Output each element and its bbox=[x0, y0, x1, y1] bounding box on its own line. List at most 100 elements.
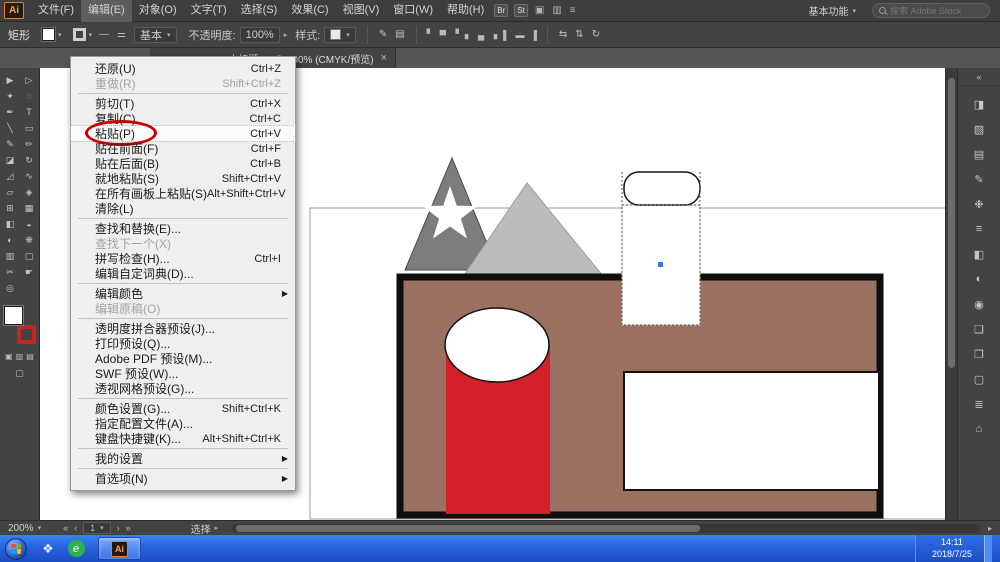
menu-edit[interactable]: 编辑(E) bbox=[81, 0, 132, 22]
clock[interactable]: 14:11 2018/7/25 bbox=[932, 537, 972, 560]
menu-item-paste-in-place[interactable]: 就地粘贴(S) Shift+Ctrl+V bbox=[71, 171, 295, 186]
rectangle-tool[interactable]: ▭ bbox=[20, 120, 39, 136]
perspective-grid-tool[interactable]: ⊞ bbox=[1, 200, 20, 216]
pencil-tool[interactable]: ✏ bbox=[20, 136, 39, 152]
menu-item-cut[interactable]: 剪切(T) Ctrl+X bbox=[71, 96, 295, 111]
eyedropper-tool[interactable]: ◒ bbox=[20, 216, 39, 232]
illustrator-taskbar-button[interactable]: Ai bbox=[98, 537, 141, 560]
horizontal-scrollbar[interactable] bbox=[232, 524, 980, 533]
menu-type[interactable]: 文字(T) bbox=[184, 0, 234, 22]
cylinder-top-ellipse[interactable] bbox=[445, 308, 549, 382]
start-button[interactable] bbox=[5, 538, 27, 560]
align-bottom-icon[interactable]: ▗ bbox=[490, 29, 497, 40]
close-icon[interactable]: × bbox=[381, 52, 387, 64]
mesh-tool[interactable]: ▦ bbox=[20, 200, 39, 216]
hand-tool[interactable]: ☛ bbox=[20, 264, 39, 280]
menu-help[interactable]: 帮助(H) bbox=[440, 0, 491, 22]
menu-item-paste-in-back[interactable]: 贴在后面(B) Ctrl+B bbox=[71, 156, 295, 171]
stroke-caret-icon[interactable]: ▾ bbox=[89, 31, 93, 39]
workspace-switcher[interactable]: 基本功能 ▾ bbox=[808, 3, 856, 18]
color-panel-icon[interactable]: ◨ bbox=[968, 95, 990, 113]
menu-item-transparency-flattener-presets[interactable]: 透明度拼合器预设(J)... bbox=[71, 321, 295, 336]
paintbrush-tool[interactable]: ✎ bbox=[1, 136, 20, 152]
align-panel-icon[interactable]: ≣ bbox=[968, 395, 990, 413]
artboard-tool[interactable]: ▢ bbox=[20, 248, 39, 264]
color-guide-panel-icon[interactable]: ▧ bbox=[968, 120, 990, 138]
quick-launch-icon[interactable]: ❖ bbox=[37, 538, 59, 560]
previous-artboard-icon[interactable]: ‹ bbox=[74, 523, 77, 533]
rounded-rect-outline[interactable] bbox=[624, 172, 700, 205]
menu-item-copy[interactable]: 复制(C) Ctrl+C bbox=[71, 111, 295, 126]
menu-item-assign-profile[interactable]: 指定配置文件(A)... bbox=[71, 416, 295, 431]
menu-item-keyboard-shortcuts[interactable]: 键盘快捷键(K)... Alt+Shift+Ctrl+K bbox=[71, 431, 295, 446]
first-artboard-icon[interactable]: « bbox=[63, 523, 68, 533]
opacity-panel-arrow-icon[interactable]: ▸ bbox=[284, 31, 288, 39]
column-graph-tool[interactable]: ▥ bbox=[1, 248, 20, 264]
menu-item-preferences[interactable]: 首选项(N) ▶ bbox=[71, 471, 295, 486]
zoom-caret-icon[interactable]: ▾ bbox=[38, 524, 42, 532]
style-dropdown[interactable]: ▾ bbox=[324, 27, 356, 43]
menu-item-adobe-pdf-presets[interactable]: Adobe PDF 预设(M)... bbox=[71, 351, 295, 366]
stroke-weight-icon[interactable]: — bbox=[99, 29, 109, 40]
graphic-styles-panel-icon[interactable]: ❏ bbox=[968, 320, 990, 338]
menu-item-paste-on-all-artboards[interactable]: 在所有画板上粘贴(S) Alt+Shift+Ctrl+V bbox=[71, 186, 295, 201]
menu-object[interactable]: 对象(O) bbox=[132, 0, 184, 22]
menu-item-paste-in-front[interactable]: 贴在前面(F) Ctrl+F bbox=[71, 141, 295, 156]
variable-width-icon[interactable]: ⚌ bbox=[117, 29, 126, 40]
horizontal-scroll-thumb[interactable] bbox=[236, 525, 700, 532]
pen-tool[interactable]: ✒ bbox=[1, 104, 20, 120]
layers-panel-icon[interactable]: ❐ bbox=[968, 345, 990, 363]
vertical-scroll-thumb[interactable] bbox=[948, 78, 955, 368]
magic-wand-tool[interactable]: ✦ bbox=[1, 88, 20, 104]
free-transform-tool[interactable]: ▱ bbox=[1, 184, 20, 200]
zoom-tool[interactable]: ◎ bbox=[1, 280, 20, 296]
draw-normal-icon[interactable]: ▣ bbox=[5, 352, 13, 361]
width-tool[interactable]: ∿ bbox=[20, 168, 39, 184]
slice-tool[interactable]: ✂ bbox=[1, 264, 20, 280]
menu-item-paste[interactable]: 粘贴(P) Ctrl+V bbox=[71, 126, 295, 141]
align-h-center-icon[interactable]: ▀ bbox=[440, 30, 446, 40]
menu-select[interactable]: 选择(S) bbox=[234, 0, 285, 22]
distribute-right-icon[interactable]: ▐ bbox=[531, 30, 537, 40]
artboards-panel-icon[interactable]: ▢ bbox=[968, 370, 990, 388]
stock-search[interactable] bbox=[872, 3, 990, 18]
draw-behind-icon[interactable]: ▥ bbox=[16, 352, 24, 361]
stroke-color-swatch[interactable] bbox=[73, 28, 86, 41]
selection-center-anchor[interactable] bbox=[658, 262, 663, 267]
arrange-documents-icon[interactable]: ▣ bbox=[535, 5, 544, 16]
menu-item-swf-presets[interactable]: SWF 预设(W)... bbox=[71, 366, 295, 381]
gradient-tool[interactable]: ◧ bbox=[1, 216, 20, 232]
recolor-artwork-icon[interactable]: ✎ bbox=[379, 29, 387, 40]
symbols-panel-icon[interactable]: ❉ bbox=[968, 195, 990, 213]
menu-window[interactable]: 窗口(W) bbox=[386, 0, 440, 22]
share-icon[interactable]: ≡ bbox=[570, 5, 576, 16]
menu-item-clear[interactable]: 清除(L) bbox=[71, 201, 295, 216]
fill-swatch[interactable] bbox=[4, 306, 23, 325]
align-v-center-icon[interactable]: ▄ bbox=[478, 30, 484, 40]
symbol-sprayer-tool[interactable]: ❋ bbox=[20, 232, 39, 248]
line-segment-tool[interactable]: ╲ bbox=[1, 120, 20, 136]
stock-icon[interactable]: St bbox=[514, 4, 528, 17]
menu-file[interactable]: 文件(F) bbox=[31, 0, 81, 22]
rotate-icon[interactable]: ↻ bbox=[592, 29, 600, 40]
selection-tool[interactable]: ▶ bbox=[1, 72, 20, 88]
eraser-tool[interactable]: ◪ bbox=[1, 152, 20, 168]
distribute-center-icon[interactable]: ▬ bbox=[516, 30, 525, 40]
status-caret-icon[interactable]: ▸ bbox=[215, 524, 219, 532]
document-setup-icon[interactable]: ▤ bbox=[395, 29, 404, 40]
menu-effect[interactable]: 效果(C) bbox=[284, 0, 335, 22]
align-left-icon[interactable]: ▘ bbox=[427, 29, 434, 40]
vertical-scrollbar[interactable] bbox=[945, 68, 957, 520]
isolate-icon[interactable]: ⇅ bbox=[575, 29, 583, 40]
menu-item-edit-colors[interactable]: 编辑颜色 ▶ bbox=[71, 286, 295, 301]
draw-inside-icon[interactable]: ▤ bbox=[26, 352, 34, 361]
type-tool[interactable]: T bbox=[20, 104, 39, 120]
blend-tool[interactable]: ◐ bbox=[1, 232, 20, 248]
stroke-swatch[interactable] bbox=[17, 325, 36, 344]
menu-view[interactable]: 视图(V) bbox=[336, 0, 387, 22]
scale-tool[interactable]: ◿ bbox=[1, 168, 20, 184]
libraries-panel-icon[interactable]: ⌂ bbox=[968, 420, 990, 438]
shape-builder-tool[interactable]: ◈ bbox=[20, 184, 39, 200]
document-layout-icon[interactable]: ▥ bbox=[552, 5, 561, 16]
direct-selection-tool[interactable]: ▷ bbox=[20, 72, 39, 88]
